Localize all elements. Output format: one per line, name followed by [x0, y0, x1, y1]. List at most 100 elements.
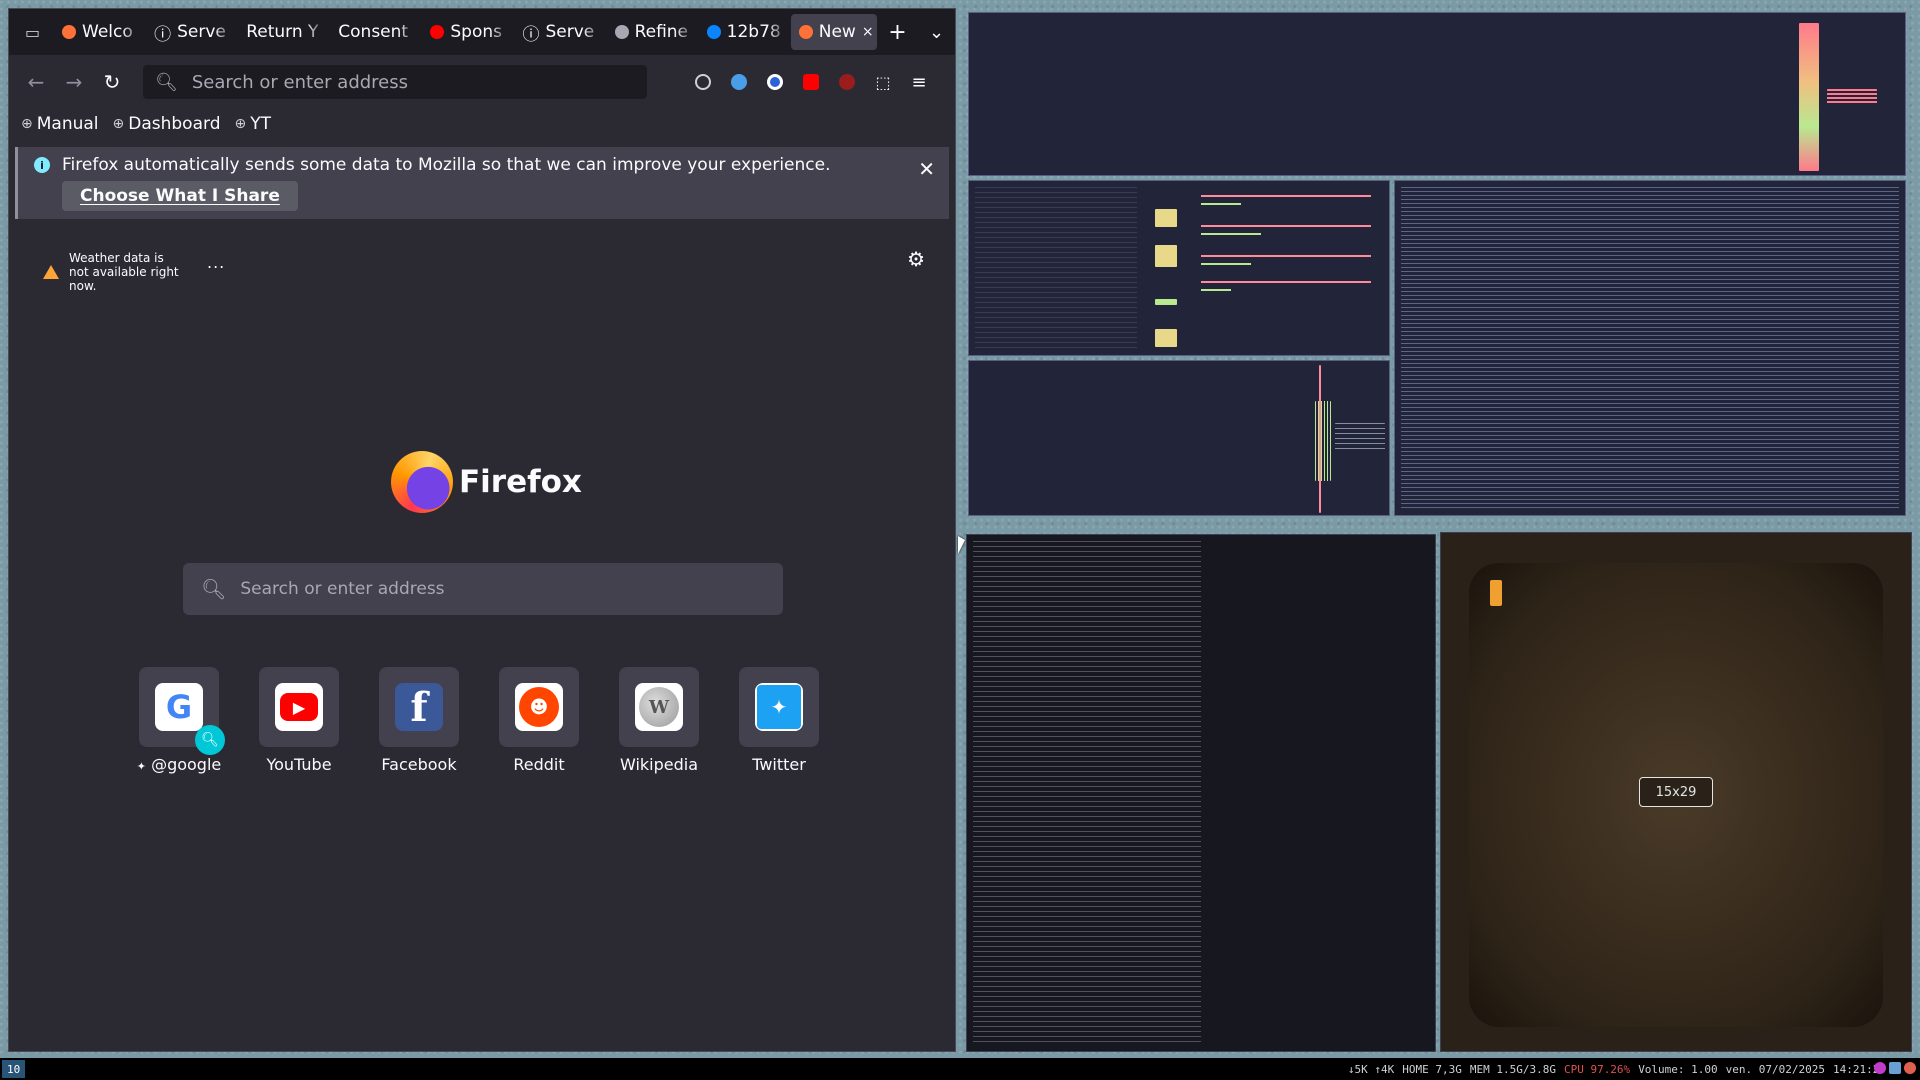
firefox-view-icon[interactable]: ▭: [13, 14, 52, 50]
terminal-pane-editor[interactable]: [966, 534, 1436, 1052]
close-tab-icon[interactable]: ×: [862, 24, 874, 40]
terminal-text: [1401, 187, 1899, 509]
bookmarks-toolbar: ⊕ Manual ⊕ Dashboard ⊕ YT: [9, 109, 955, 139]
shortcut-tile[interactable]: ☻: [499, 667, 579, 747]
tab-label: New: [818, 22, 856, 42]
firefox-icon: [798, 25, 813, 39]
tab[interactable]: Consent: [330, 14, 420, 50]
tab-label: Welco: [82, 22, 133, 42]
bookmark-manual[interactable]: ⊕ Manual: [21, 114, 99, 134]
more-options-icon[interactable]: ...: [207, 253, 225, 272]
new-tab-button[interactable]: +: [879, 14, 916, 50]
account-icon[interactable]: [685, 65, 721, 99]
tab-list-button[interactable]: ⌄: [918, 14, 955, 50]
tab-active[interactable]: New ×: [790, 14, 877, 50]
address-bar[interactable]: 🔍︎ Search or enter address: [143, 65, 647, 99]
globe-icon: ⊕: [234, 116, 247, 132]
top-sites: G 🔍︎ ✦ @google ▶ YouTube f Facebook ☻ Re…: [137, 667, 819, 774]
search-badge-icon: 🔍︎: [195, 725, 225, 755]
gear-icon[interactable]: ⚙: [907, 247, 925, 271]
reload-button[interactable]: ↻: [95, 65, 129, 99]
globe-icon: ⊕: [112, 116, 125, 132]
site-icon: [706, 25, 721, 39]
tray-screen-icon[interactable]: [1889, 1062, 1901, 1074]
shortcut-tile[interactable]: ▶: [259, 667, 339, 747]
close-icon[interactable]: ✕: [918, 157, 935, 181]
tab[interactable]: ⓘ Serve: [514, 14, 604, 50]
choose-what-i-share-button[interactable]: Choose What I Share: [62, 181, 298, 211]
usage-bar: [1201, 289, 1231, 291]
tab-label: 12b78: [726, 22, 781, 42]
tab[interactable]: 12b78: [699, 14, 789, 50]
editor-text: [973, 541, 1201, 1045]
orange-marker: [1490, 580, 1502, 606]
tab[interactable]: Refine: [607, 14, 697, 50]
google-icon: G: [155, 683, 203, 731]
youtube-extension-icon[interactable]: [793, 65, 829, 99]
shortcut-tile[interactable]: f: [379, 667, 459, 747]
shortcut-label: Twitter: [752, 755, 806, 774]
firefox-logo-icon: [391, 451, 453, 513]
usage-bar: [1201, 195, 1371, 197]
address-placeholder: Search or enter address: [191, 71, 409, 93]
tab[interactable]: Welco: [54, 14, 144, 50]
forward-button[interactable]: →: [57, 65, 91, 99]
search-placeholder: Search or enter address: [240, 579, 445, 599]
terminal-pane-spectrum[interactable]: [968, 12, 1906, 176]
tab-bar: ▭ Welco ⓘ Serve Return Y Consent Spons ⓘ S…: [9, 9, 955, 55]
extension-blue-icon[interactable]: [721, 65, 757, 99]
workspace-indicator[interactable]: 10: [2, 1060, 26, 1078]
tray-app-icon[interactable]: [1874, 1062, 1886, 1074]
meter-readout: [1827, 89, 1877, 105]
shortcut-youtube[interactable]: ▶ YouTube: [259, 667, 339, 774]
reddit-icon: ☻: [515, 683, 563, 731]
shortcut-google[interactable]: G 🔍︎ ✦ @google: [137, 667, 225, 774]
volume-status: Volume: 1.00: [1638, 1062, 1718, 1076]
back-button[interactable]: ←: [19, 65, 53, 99]
usage-bar: [1201, 255, 1371, 257]
newtab-search-input[interactable]: 🔍︎ Search or enter address: [183, 563, 783, 615]
shortcut-tile[interactable]: G 🔍︎: [139, 667, 225, 755]
tab[interactable]: Return Y: [238, 14, 328, 50]
shortcut-twitter[interactable]: ✦ Twitter: [739, 667, 819, 774]
terminal-pane-processes[interactable]: [1394, 180, 1906, 516]
firefox-logo: Firefox: [391, 451, 582, 513]
waveform-stats: [1335, 423, 1385, 453]
tab[interactable]: ⓘ Serve: [146, 14, 236, 50]
shortcut-reddit[interactable]: ☻ Reddit: [499, 667, 579, 774]
bookmark-label: Manual: [36, 114, 99, 134]
extensions-icon[interactable]: ⬚: [865, 65, 901, 99]
shortcut-tile[interactable]: ✦: [739, 667, 819, 747]
cpu-status: CPU 97.26%: [1563, 1062, 1631, 1076]
usage-bar: [1201, 225, 1371, 227]
status-info: ↓5K ↑4K HOME 7,3G MEM 1.5G/3.8G CPU 97.2…: [1348, 1063, 1920, 1076]
facebook-icon: f: [395, 683, 443, 731]
tab-label: Consent: [338, 22, 409, 42]
nav-bar: ← → ↻ 🔍︎ Search or enter address ⬚ ≡: [9, 55, 955, 109]
shortcut-label: Wikipedia: [619, 755, 699, 774]
ublock-icon[interactable]: [829, 65, 865, 99]
youtube-icon: ▶: [275, 683, 323, 731]
new-tab-page: Weather data is not available right now.…: [9, 219, 955, 1039]
extension-circle-icon[interactable]: [757, 65, 793, 99]
usage-bar: [1201, 263, 1251, 265]
bookmark-yt[interactable]: ⊕ YT: [234, 114, 271, 134]
weather-message: Weather data is not available right now.: [69, 251, 179, 293]
extensions-area: ⬚ ≡: [685, 65, 937, 99]
bookmark-dashboard[interactable]: ⊕ Dashboard: [113, 114, 221, 134]
mouse-cursor: [958, 536, 965, 554]
globe-icon: ⊕: [21, 116, 33, 132]
terminal-pane-waveform[interactable]: [968, 360, 1390, 516]
shortcut-facebook[interactable]: f Facebook: [379, 667, 459, 774]
tab[interactable]: Spons: [422, 14, 512, 50]
terminal-pane-monitor[interactable]: [968, 180, 1390, 356]
shortcut-wikipedia[interactable]: W Wikipedia: [619, 667, 699, 774]
youtube-icon: [430, 25, 445, 39]
size-indicator: 15x29: [1639, 777, 1713, 807]
shortcut-label: Reddit: [513, 755, 565, 774]
cpu-graph: [1155, 329, 1177, 347]
shortcut-tile[interactable]: W: [619, 667, 699, 747]
menu-icon[interactable]: ≡: [901, 65, 937, 99]
tray-notify-icon[interactable]: [1904, 1062, 1916, 1074]
tab-label: Serve: [545, 22, 595, 42]
